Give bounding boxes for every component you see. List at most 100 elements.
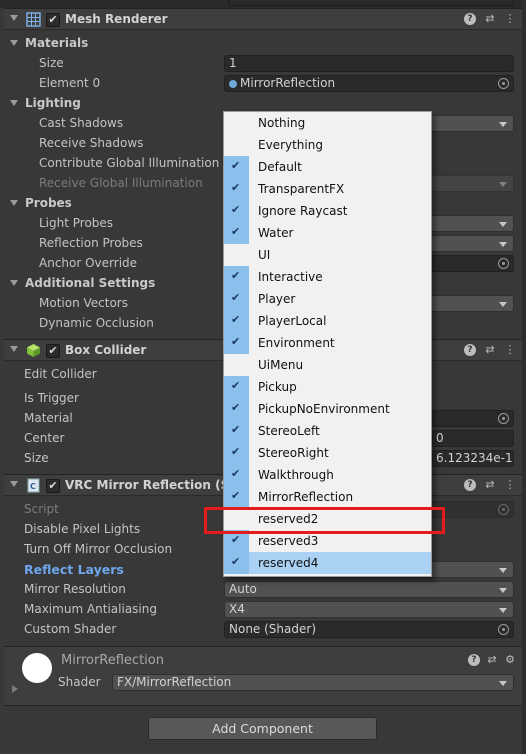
layer-menu-item[interactable]: Environment xyxy=(224,332,431,354)
layer-menu-item[interactable]: reserved4 xyxy=(224,552,431,574)
more-options-icon[interactable]: ⋮ xyxy=(504,478,516,492)
help-icon[interactable]: ? xyxy=(464,344,476,356)
material-name: MirrorReflection xyxy=(61,653,164,668)
shader-label: Shader xyxy=(58,675,101,689)
checkmark-icon xyxy=(224,552,249,574)
layer-menu-item-label: Nothing xyxy=(258,116,306,130)
turn-off-occlusion-label: Turn Off Mirror Occlusion xyxy=(24,542,173,556)
object-picker-icon[interactable] xyxy=(498,78,509,89)
layer-menu-item[interactable]: PlayerLocal xyxy=(224,310,431,332)
element0-label: Element 0 xyxy=(39,76,101,90)
help-icon[interactable]: ? xyxy=(464,479,476,491)
materials-section[interactable]: Materials xyxy=(9,36,88,50)
layer-menu-item[interactable]: Water xyxy=(224,222,431,244)
presets-icon[interactable]: ⇄ xyxy=(484,478,496,492)
add-component-button[interactable]: Add Component xyxy=(148,717,377,740)
light-probes-label: Light Probes xyxy=(39,216,114,230)
additional-settings-section[interactable]: Additional Settings xyxy=(9,276,155,290)
svg-text:C: C xyxy=(30,482,36,491)
size-z-field[interactable]: 6.123234e-17 xyxy=(432,450,514,467)
fold-arrow-icon[interactable] xyxy=(10,15,18,21)
layer-menu-item-label: reserved4 xyxy=(258,556,319,570)
element0-field[interactable]: MirrorReflection xyxy=(224,75,514,92)
layer-menu-item[interactable]: UI xyxy=(224,244,431,266)
fold-arrow-icon[interactable] xyxy=(10,481,18,487)
top-strip xyxy=(0,0,526,8)
help-icon[interactable]: ? xyxy=(464,13,476,25)
layer-menu-item-label: Pickup xyxy=(258,380,297,394)
checkmark-icon xyxy=(224,200,249,222)
layer-menu-item[interactable]: TransparentFX xyxy=(224,178,431,200)
layer-menu-item-label: Player xyxy=(258,292,296,306)
material-sphere-preview xyxy=(22,653,52,683)
layer-menu-item-label: reserved3 xyxy=(258,534,319,548)
checkmark-icon xyxy=(224,332,249,354)
shader-dropdown[interactable]: FX/MirrorReflection xyxy=(112,674,514,691)
more-options-icon[interactable]: ⋮ xyxy=(504,12,516,26)
layer-menu-item[interactable]: UiMenu xyxy=(224,354,431,376)
layer-menu-item-label: Environment xyxy=(258,336,335,350)
materials-size-field[interactable]: 1 xyxy=(224,55,514,72)
checkmark-icon xyxy=(224,442,249,464)
object-picker-icon[interactable] xyxy=(498,624,509,635)
layer-menu-item[interactable]: Pickup xyxy=(224,376,431,398)
layer-menu-item-label: StereoRight xyxy=(258,446,329,460)
layer-menu-item[interactable]: Nothing xyxy=(224,112,431,134)
custom-shader-label: Custom Shader xyxy=(24,622,117,636)
layer-menu-item-label: StereoLeft xyxy=(258,424,320,438)
more-options-icon[interactable]: ⋮ xyxy=(504,343,516,357)
presets-icon[interactable]: ⇄ xyxy=(484,12,496,26)
layer-menu-item-label: UiMenu xyxy=(258,358,304,372)
custom-shader-field[interactable]: None (Shader) xyxy=(224,621,514,638)
presets-icon[interactable]: ⇄ xyxy=(486,653,498,667)
layer-menu-item[interactable]: Ignore Raycast xyxy=(224,200,431,222)
mesh-renderer-enabled-checkbox[interactable]: ✔ xyxy=(46,13,60,27)
layer-menu-item-label: PickupNoEnvironment xyxy=(258,402,390,416)
checkmark-icon xyxy=(224,244,249,266)
expand-arrow-icon[interactable] xyxy=(12,685,18,693)
inspector-scrollbar[interactable] xyxy=(522,0,526,754)
layer-menu-item-label: Water xyxy=(258,226,294,240)
center-z-field[interactable]: 0 xyxy=(432,430,514,447)
mirror-enabled-checkbox[interactable]: ✔ xyxy=(46,479,60,493)
script-label: Script xyxy=(24,502,59,516)
object-picker-icon[interactable] xyxy=(498,258,509,269)
checkmark-icon xyxy=(224,178,249,200)
layer-menu-item[interactable]: PickupNoEnvironment xyxy=(224,398,431,420)
help-icon[interactable]: ? xyxy=(468,654,480,666)
layer-menu-item[interactable]: Default xyxy=(224,156,431,178)
layer-menu-item[interactable]: StereoLeft xyxy=(224,420,431,442)
object-picker-icon xyxy=(498,504,509,515)
layer-menu-item[interactable]: Interactive xyxy=(224,266,431,288)
object-picker-icon[interactable] xyxy=(498,413,509,424)
layer-menu-item[interactable]: Everything xyxy=(224,134,431,156)
checkmark-icon xyxy=(224,134,249,156)
fold-arrow-icon[interactable] xyxy=(10,346,18,352)
layer-menu-item[interactable]: Walkthrough xyxy=(224,464,431,486)
disable-pixel-lights-label: Disable Pixel Lights xyxy=(24,522,141,536)
max-antialiasing-label: Maximum Antialiasing xyxy=(24,602,157,616)
layer-menu-item-label: Default xyxy=(258,160,302,174)
presets-icon[interactable]: ⇄ xyxy=(484,343,496,357)
max-antialiasing-dropdown[interactable]: X4 xyxy=(224,601,514,618)
layer-menu-item-label: Everything xyxy=(258,138,323,152)
cast-shadows-label: Cast Shadows xyxy=(39,116,124,130)
settings-gear-icon[interactable]: ⚙ xyxy=(504,653,516,667)
layer-menu-item-label: PlayerLocal xyxy=(258,314,327,328)
checkmark-icon xyxy=(224,288,249,310)
material-icon xyxy=(229,80,237,88)
box-collider-enabled-checkbox[interactable]: ✔ xyxy=(46,344,60,358)
size-label: Size xyxy=(39,56,64,70)
mesh-renderer-header[interactable]: ✔ Mesh Renderer ? ⇄ ⋮ xyxy=(4,8,522,30)
mirror-resolution-dropdown[interactable]: Auto xyxy=(224,581,514,598)
layer-menu-item[interactable]: Player xyxy=(224,288,431,310)
layer-menu-item[interactable]: StereoRight xyxy=(224,442,431,464)
mirror-resolution-label: Mirror Resolution xyxy=(24,582,126,596)
layer-menu-item-label: Ignore Raycast xyxy=(258,204,348,218)
receive-shadows-label: Receive Shadows xyxy=(39,136,144,150)
layer-menu-item[interactable]: MirrorReflection xyxy=(224,486,431,508)
lighting-section[interactable]: Lighting xyxy=(10,96,81,110)
probes-section[interactable]: Probes xyxy=(10,196,72,210)
checkmark-icon xyxy=(224,310,249,332)
checkmark-icon xyxy=(224,354,249,376)
